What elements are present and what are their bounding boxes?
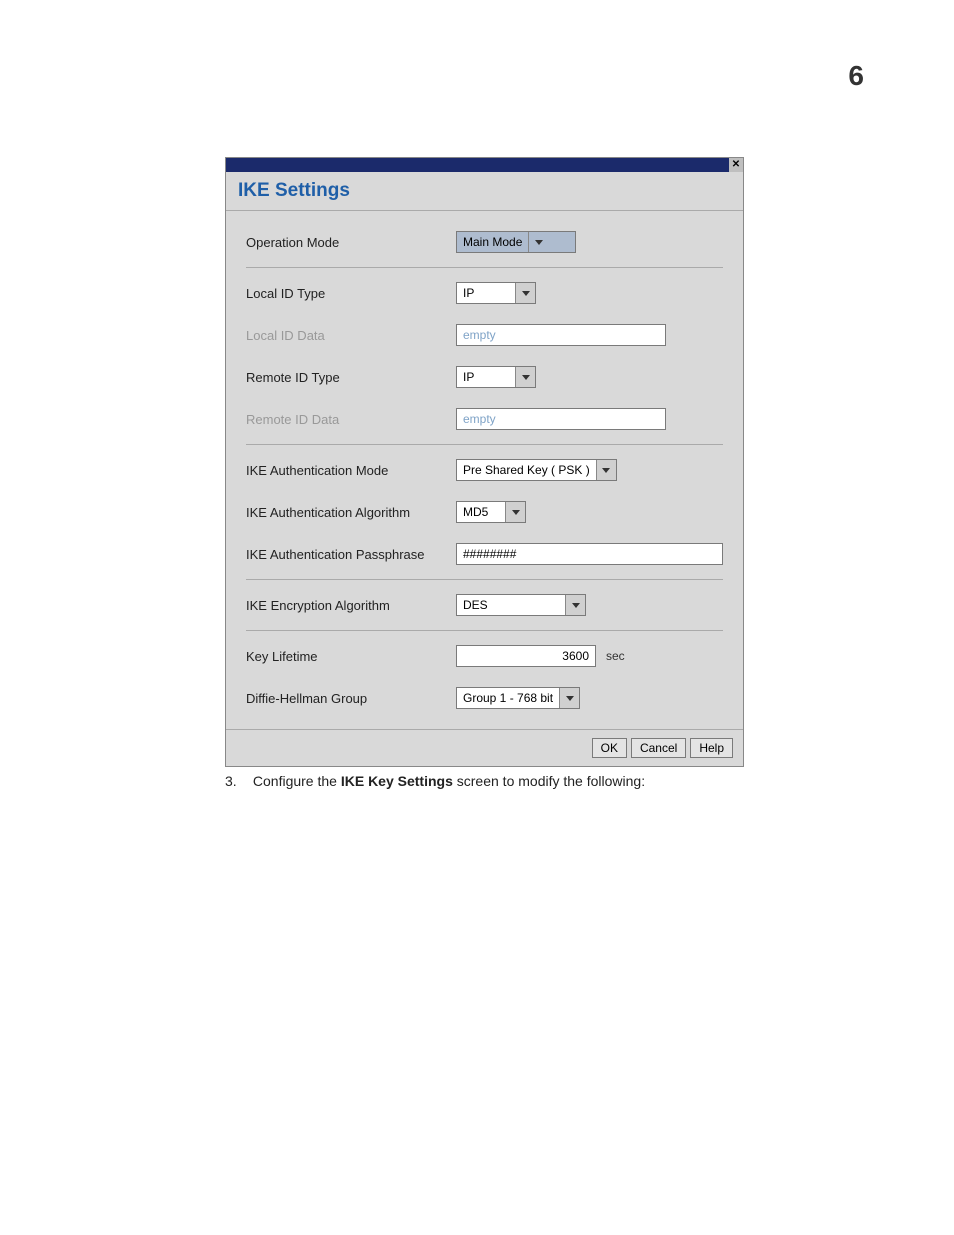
ike-auth-mode-label: IKE Authentication Mode [246, 463, 456, 478]
dialog-titlebar: ✕ [226, 158, 743, 172]
local-id-type-value: IP [457, 286, 515, 300]
remote-id-type-label: Remote ID Type [246, 370, 456, 385]
remote-id-type-value: IP [457, 370, 515, 384]
ike-enc-alg-select[interactable]: DES [456, 594, 586, 616]
instruction-text: 3. Configure the IKE Key Settings screen… [225, 773, 645, 789]
ike-enc-alg-label: IKE Encryption Algorithm [246, 598, 456, 613]
chevron-down-icon [528, 232, 548, 252]
operation-mode-select[interactable]: Main Mode [456, 231, 576, 253]
chevron-down-icon [565, 595, 585, 615]
ike-auth-mode-select[interactable]: Pre Shared Key ( PSK ) [456, 459, 617, 481]
ike-auth-alg-select[interactable]: MD5 [456, 501, 526, 523]
operation-mode-value: Main Mode [457, 235, 528, 249]
local-id-type-select[interactable]: IP [456, 282, 536, 304]
caption-post: screen to modify the following: [453, 773, 645, 789]
local-id-data-input[interactable]: empty [456, 324, 666, 346]
dh-group-select[interactable]: Group 1 - 768 bit [456, 687, 580, 709]
chevron-down-icon [515, 367, 535, 387]
local-id-type-label: Local ID Type [246, 286, 456, 301]
chevron-down-icon [505, 502, 525, 522]
step-number: 3. [225, 773, 249, 789]
dialog-title: IKE Settings [226, 172, 743, 211]
ike-auth-pass-label: IKE Authentication Passphrase [246, 547, 456, 562]
caption-pre: Configure the [253, 773, 341, 789]
ike-settings-dialog: ✕ IKE Settings Operation Mode Main Mode … [225, 157, 744, 767]
chevron-down-icon [596, 460, 616, 480]
help-button[interactable]: Help [690, 738, 733, 758]
ike-auth-alg-value: MD5 [457, 505, 505, 519]
cancel-button[interactable]: Cancel [631, 738, 686, 758]
caption-bold: IKE Key Settings [341, 773, 453, 789]
page-number: 6 [848, 60, 864, 92]
close-icon[interactable]: ✕ [729, 158, 743, 172]
dh-group-value: Group 1 - 768 bit [457, 691, 559, 705]
chevron-down-icon [559, 688, 579, 708]
ike-auth-pass-input[interactable]: ######## [456, 543, 723, 565]
chevron-down-icon [515, 283, 535, 303]
remote-id-type-select[interactable]: IP [456, 366, 536, 388]
ok-button[interactable]: OK [592, 738, 627, 758]
key-lifetime-input[interactable]: 3600 [456, 645, 596, 667]
operation-mode-label: Operation Mode [246, 235, 456, 250]
local-id-data-label: Local ID Data [246, 328, 456, 343]
key-lifetime-unit: sec [606, 649, 625, 663]
ike-enc-alg-value: DES [457, 598, 565, 612]
remote-id-data-input[interactable]: empty [456, 408, 666, 430]
remote-id-data-label: Remote ID Data [246, 412, 456, 427]
key-lifetime-label: Key Lifetime [246, 649, 456, 664]
dh-group-label: Diffie-Hellman Group [246, 691, 456, 706]
ike-auth-mode-value: Pre Shared Key ( PSK ) [457, 463, 596, 477]
dialog-footer: OK Cancel Help [226, 729, 743, 766]
ike-auth-alg-label: IKE Authentication Algorithm [246, 505, 456, 520]
